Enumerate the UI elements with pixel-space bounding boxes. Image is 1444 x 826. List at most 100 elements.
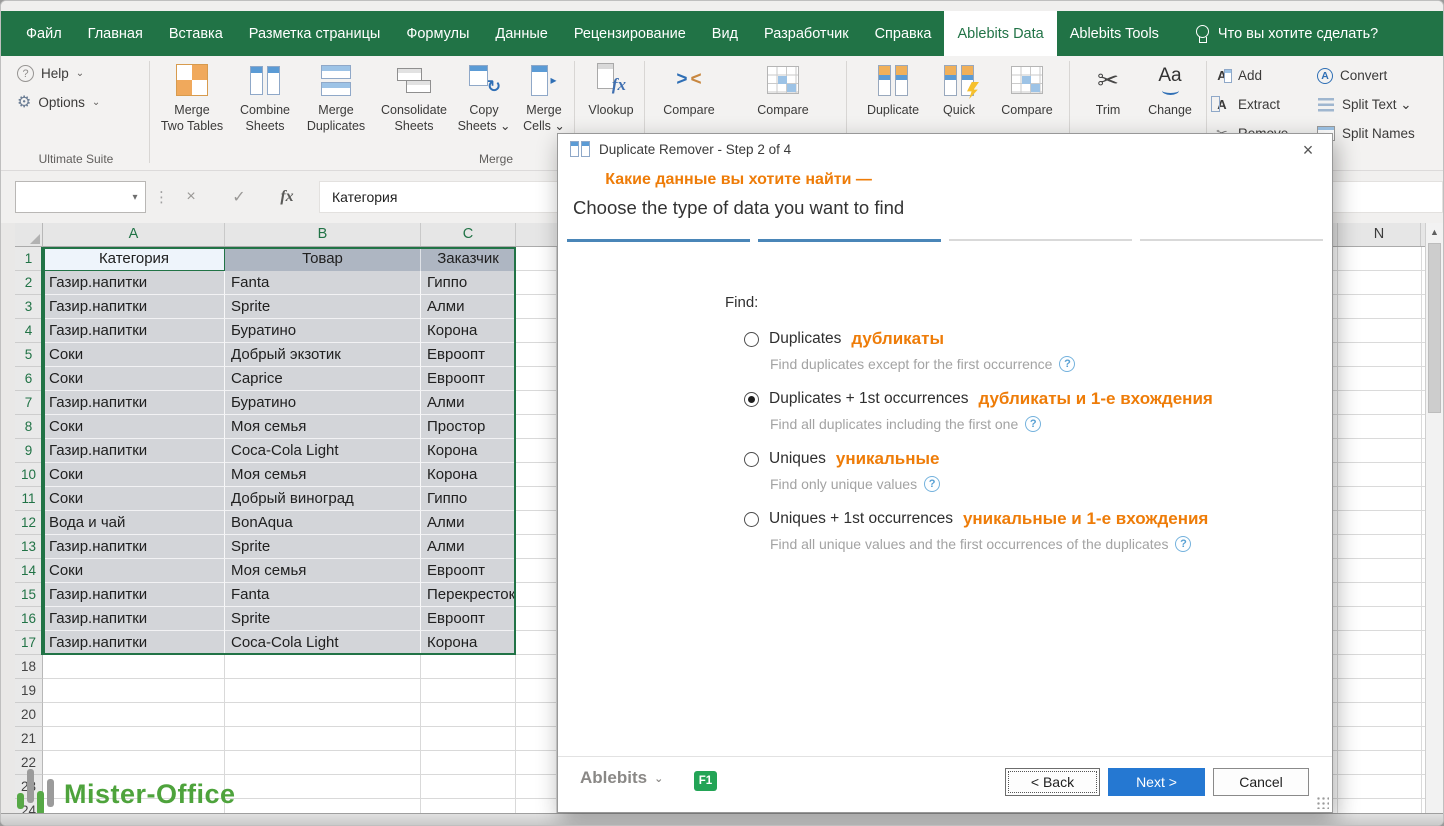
empty-cell[interactable] (421, 655, 516, 679)
tab-рецензирование[interactable]: Рецензирование (561, 11, 699, 56)
table-cell[interactable]: Алми (421, 535, 516, 559)
empty-cell[interactable] (516, 511, 557, 535)
empty-cell[interactable] (225, 775, 421, 799)
help-button[interactable]: ? Help ⌄ (17, 65, 84, 82)
table-cell[interactable]: Fanta (225, 583, 421, 607)
table-cell[interactable]: Простор (421, 415, 516, 439)
table-cell[interactable]: Корона (421, 439, 516, 463)
column-header-n[interactable]: N (1337, 223, 1421, 246)
find-option-line[interactable]: Duplicates + 1st occurrencesдубликаты и … (744, 388, 1213, 410)
table-cell[interactable]: Алми (421, 295, 516, 319)
empty-cell[interactable] (516, 391, 557, 415)
table-cell[interactable]: Fanta (225, 271, 421, 295)
empty-cell[interactable] (516, 727, 557, 751)
table-cell[interactable]: Гиппо (421, 271, 516, 295)
tab-файл[interactable]: Файл (13, 11, 75, 56)
empty-cell[interactable] (516, 607, 557, 631)
find-option-uniques[interactable]: UniquesуникальныеFind only unique values… (744, 448, 1213, 508)
empty-cell[interactable] (225, 703, 421, 727)
table-cell[interactable]: Вода и чай (43, 511, 225, 535)
table-cell[interactable]: Газир.напитки (43, 631, 225, 655)
empty-cell[interactable] (421, 727, 516, 751)
tab-справка[interactable]: Справка (862, 11, 945, 56)
ribbon-button-add[interactable]: Add (1213, 61, 1303, 90)
empty-cell[interactable] (516, 439, 557, 463)
table-cell[interactable]: Евроопт (421, 343, 516, 367)
table-cell[interactable]: Газир.напитки (43, 295, 225, 319)
table-cell[interactable]: Соки (43, 463, 225, 487)
radio-unselected-icon[interactable] (744, 512, 759, 527)
empty-cell[interactable] (421, 751, 516, 775)
empty-cell[interactable] (43, 655, 225, 679)
table-cell[interactable]: Гиппо (421, 487, 516, 511)
table-cell[interactable]: Корона (421, 631, 516, 655)
table-cell[interactable]: Евроопт (421, 367, 516, 391)
help-icon[interactable]: ? (1175, 536, 1191, 552)
empty-cell[interactable] (421, 775, 516, 799)
help-icon[interactable]: ? (1059, 356, 1075, 372)
cancel-entry-button[interactable]: × (169, 181, 213, 213)
find-option-line[interactable]: Uniquesуникальные (744, 448, 1213, 470)
empty-cell[interactable] (516, 703, 557, 727)
tab-вставка[interactable]: Вставка (156, 11, 236, 56)
vertical-scrollbar[interactable]: ▲ (1425, 223, 1443, 813)
empty-cell[interactable] (225, 799, 421, 813)
table-cell[interactable]: Соки (43, 367, 225, 391)
empty-cell[interactable] (421, 679, 516, 703)
empty-cell[interactable] (516, 631, 557, 655)
empty-cell[interactable] (516, 799, 557, 813)
tab-главная[interactable]: Главная (75, 11, 156, 56)
empty-cell[interactable] (516, 463, 557, 487)
tab-разметка-страницы[interactable]: Разметка страницы (236, 11, 394, 56)
empty-cell[interactable] (516, 367, 557, 391)
empty-cell[interactable] (225, 679, 421, 703)
table-cell[interactable]: Соки (43, 415, 225, 439)
options-button[interactable]: ⚙ Options ⌄ (17, 94, 100, 111)
empty-cell[interactable] (225, 727, 421, 751)
table-cell[interactable]: Газир.напитки (43, 535, 225, 559)
table-cell[interactable]: Sprite (225, 295, 421, 319)
find-option-duplicates-1st-occurrences[interactable]: Duplicates + 1st occurrencesдубликаты и … (744, 388, 1213, 448)
empty-cell[interactable] (516, 343, 557, 367)
table-cell[interactable]: Соки (43, 559, 225, 583)
tab-ablebits-data[interactable]: Ablebits Data (944, 11, 1056, 56)
empty-cell[interactable] (516, 679, 557, 703)
empty-cell[interactable] (516, 751, 557, 775)
tell-me-box[interactable]: Что вы хотите сделать? (1186, 11, 1388, 56)
table-cell[interactable]: Coca-Cola Light (225, 631, 421, 655)
help-icon[interactable]: ? (924, 476, 940, 492)
empty-cell[interactable] (516, 535, 557, 559)
cell-b1[interactable]: Товар (225, 247, 421, 271)
table-cell[interactable]: Газир.напитки (43, 607, 225, 631)
close-icon[interactable]: × (1294, 138, 1322, 162)
insert-function-button[interactable]: fx (265, 181, 309, 213)
tab-ablebits-tools[interactable]: Ablebits Tools (1057, 11, 1172, 56)
table-cell[interactable]: Корона (421, 463, 516, 487)
empty-cell[interactable] (516, 415, 557, 439)
find-option-line[interactable]: Uniques + 1st occurrencesуникальные и 1-… (744, 508, 1213, 530)
table-cell[interactable]: Алми (421, 391, 516, 415)
table-cell[interactable]: Добрый виноград (225, 487, 421, 511)
empty-cell[interactable] (516, 583, 557, 607)
table-cell[interactable]: Моя семья (225, 415, 421, 439)
table-cell[interactable]: Добрый экзотик (225, 343, 421, 367)
column-header-a[interactable]: A (43, 223, 225, 246)
ribbon-button-merge-duplicates[interactable]: MergeDuplicates (297, 60, 375, 166)
table-cell[interactable]: Алми (421, 511, 516, 535)
select-all-corner[interactable] (15, 223, 43, 247)
table-cell[interactable]: Sprite (225, 535, 421, 559)
help-icon[interactable]: ? (1025, 416, 1041, 432)
radio-unselected-icon[interactable] (744, 332, 759, 347)
confirm-entry-button[interactable]: ✓ (217, 181, 261, 213)
tab-вид[interactable]: Вид (699, 11, 751, 56)
empty-cell[interactable] (43, 679, 225, 703)
name-box[interactable]: ▾ (15, 181, 146, 213)
active-cell-a1[interactable]: Категория (43, 247, 225, 271)
ribbon-button-merge-two-tables[interactable]: MergeTwo Tables (153, 60, 231, 166)
column-header-c[interactable]: C (421, 223, 516, 246)
empty-cell[interactable] (421, 799, 516, 813)
table-cell[interactable]: Газир.напитки (43, 391, 225, 415)
empty-cell[interactable] (421, 703, 516, 727)
empty-cell[interactable] (516, 295, 557, 319)
tab-формулы[interactable]: Формулы (393, 11, 482, 56)
